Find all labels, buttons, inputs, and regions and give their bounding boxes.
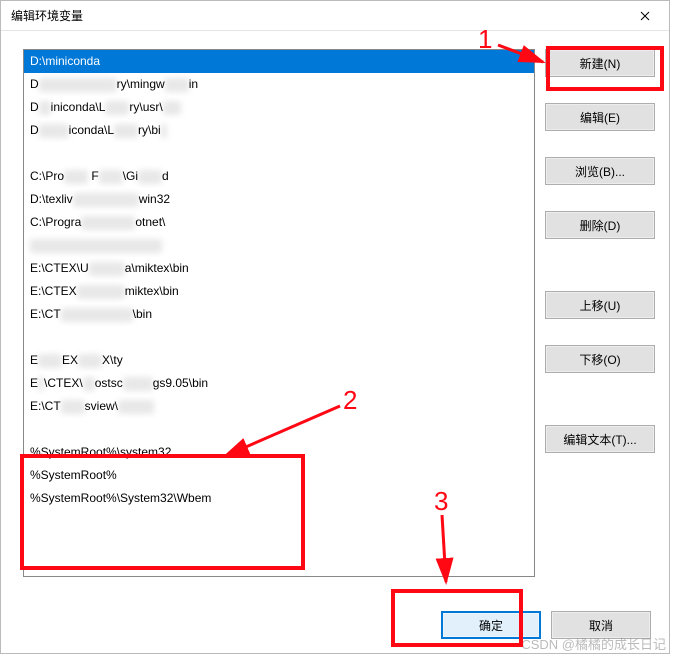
close-icon (640, 11, 650, 21)
dialog-content: D:\minicondaD\miniconda\Liry\mingw64\bin… (1, 31, 669, 653)
list-item[interactable]: E:\CTEX\Ghostscript\gs9.05\bin (24, 372, 534, 395)
list-item[interactable]: D\miniconda\Library\usr\bin (24, 96, 534, 119)
list-item[interactable]: %SystemRoot% (24, 464, 534, 487)
close-button[interactable] (625, 2, 665, 30)
list-item[interactable]: E:\CTEX\MiKTeX\miktex\bin (24, 280, 534, 303)
list-item[interactable]: xxxxxxxxxxxxxxxxxxxxxx (24, 234, 534, 257)
list-item[interactable]: D:\miniconda\Library\bin (24, 119, 534, 142)
list-item[interactable]: C:\Program Files\Git\cmd (24, 165, 534, 188)
list-item[interactable]: %SystemRoot%\system32 (24, 441, 534, 464)
new-button[interactable]: 新建(N) (545, 49, 655, 77)
watermark: CSDN @橘橘的成长日记 (521, 634, 666, 653)
edit-button[interactable]: 编辑(E) (545, 103, 655, 131)
delete-button[interactable]: 删除(D) (545, 211, 655, 239)
env-var-dialog: 编辑环境变量 D:\minicondaD\miniconda\Liry\ming… (0, 0, 670, 654)
list-item[interactable]: E:\CTEX\CTEX\ctex\bin (24, 303, 534, 326)
path-listbox[interactable]: D:\minicondaD\miniconda\Liry\mingw64\bin… (23, 49, 535, 577)
list-item[interactable]: E:\CTEX\CTEX\ty (24, 349, 534, 372)
moveup-button[interactable]: 上移(U) (545, 291, 655, 319)
button-sidebar: 新建(N) 编辑(E) 浏览(B)... 删除(D) 上移(U) 下移(O) 编… (545, 49, 655, 593)
list-item[interactable]: E:\CTEX\Gsview\gsview (24, 395, 534, 418)
movedown-button[interactable]: 下移(O) (545, 345, 655, 373)
list-item[interactable] (24, 418, 534, 441)
main-area: D:\minicondaD\miniconda\Liry\mingw64\bin… (23, 49, 655, 593)
list-item[interactable]: D:\miniconda (24, 50, 534, 73)
list-item[interactable] (24, 326, 534, 349)
edittext-button[interactable]: 编辑文本(T)... (545, 425, 655, 453)
list-item[interactable]: D\miniconda\Liry\mingw64\bin (24, 73, 534, 96)
browse-button[interactable]: 浏览(B)... (545, 157, 655, 185)
dialog-title: 编辑环境变量 (11, 7, 83, 24)
titlebar: 编辑环境变量 (1, 1, 669, 31)
list-item[interactable] (24, 142, 534, 165)
list-item[interactable]: %SystemRoot%\System32\Wbem (24, 487, 534, 510)
list-item[interactable]: D:\texlive\2022\bin\win32 (24, 188, 534, 211)
list-item[interactable]: E:\CTEX\UserData\miktex\bin (24, 257, 534, 280)
list-item[interactable]: C:\Program Files\dotnet\ (24, 211, 534, 234)
